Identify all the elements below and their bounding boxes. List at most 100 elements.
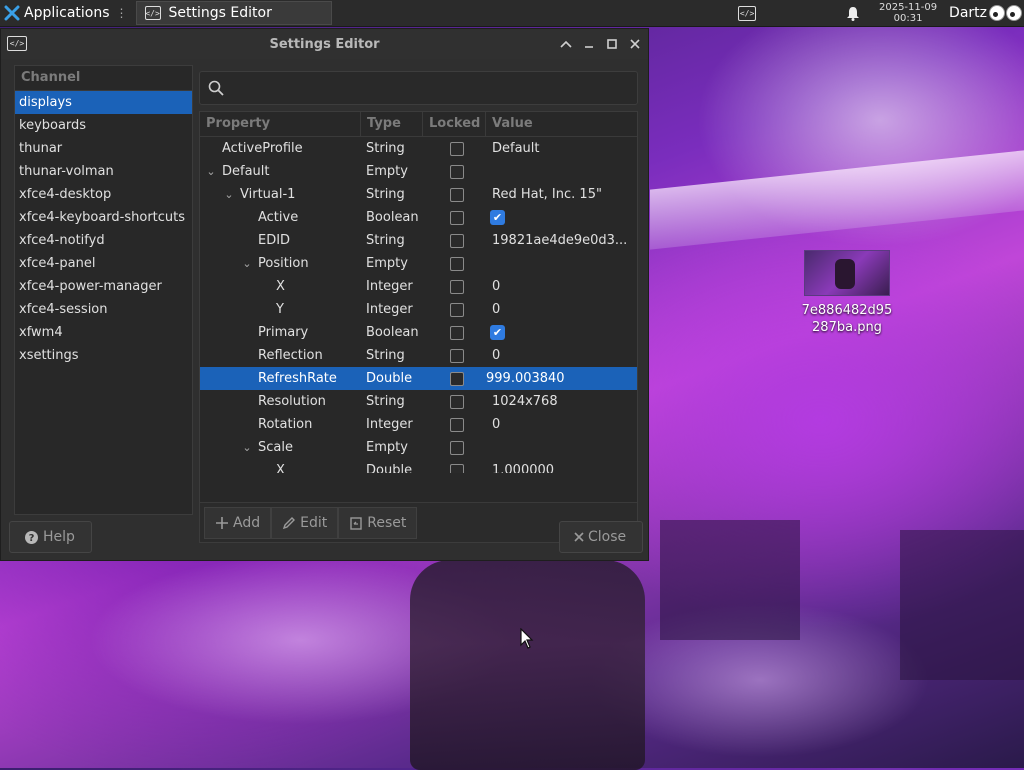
- locked-checkbox[interactable]: [450, 348, 464, 363]
- locked-checkbox[interactable]: [450, 233, 464, 248]
- locked-checkbox[interactable]: [450, 187, 464, 202]
- window-titlebar[interactable]: </> Settings Editor: [1, 29, 648, 59]
- tray-settings-editor-icon[interactable]: </>: [733, 1, 761, 25]
- property-value: 0: [492, 348, 501, 363]
- locked-checkbox[interactable]: [450, 325, 464, 340]
- search-input[interactable]: [230, 79, 614, 97]
- channel-item[interactable]: xsettings: [15, 344, 192, 367]
- property-row[interactable]: X Integer 0: [200, 275, 637, 298]
- notifications-button[interactable]: [841, 1, 865, 25]
- eye-icon: [1006, 5, 1022, 21]
- property-name: EDID: [258, 233, 291, 248]
- locked-checkbox[interactable]: [450, 256, 464, 271]
- property-row[interactable]: ⌄ Virtual-1 String Red Hat, Inc. 15": [200, 183, 637, 206]
- value-column-header[interactable]: Value: [486, 112, 637, 136]
- property-value[interactable]: ✔: [486, 206, 637, 229]
- channel-items: displays keyboards thunar thunar-volman xfce…: [15, 91, 192, 367]
- desktop-file-label: 7e886482d95287ba.png: [801, 303, 893, 335]
- property-name: ActiveProfile: [222, 141, 303, 156]
- property-name: Rotation: [258, 417, 313, 432]
- locked-checkbox[interactable]: [450, 164, 464, 179]
- property-name-cell: Rotation: [200, 413, 361, 436]
- value-checked-checkbox-icon[interactable]: ✔: [490, 325, 505, 340]
- expander-chevron-down-icon[interactable]: ⌄: [240, 436, 254, 459]
- roll-up-button[interactable]: [557, 35, 575, 53]
- locked-cell: [423, 206, 486, 229]
- expander-chevron-down-icon[interactable]: ⌄: [222, 183, 236, 206]
- channel-column-header[interactable]: Channel: [15, 66, 192, 91]
- expander-chevron-down-icon[interactable]: ⌄: [204, 160, 218, 183]
- reset-button[interactable]: Reset: [338, 506, 418, 539]
- maximize-button[interactable]: [603, 35, 621, 53]
- property-row[interactable]: Rotation Integer 0: [200, 413, 637, 436]
- channel-item[interactable]: xfce4-desktop: [15, 183, 192, 206]
- property-column-header[interactable]: Property: [200, 112, 361, 136]
- property-row[interactable]: X Double 1.000000: [200, 459, 637, 473]
- clock-time: 00:31: [893, 13, 923, 24]
- property-row[interactable]: ActiveProfile String Default: [200, 137, 637, 160]
- property-tree-header: Property Type Locked Value: [200, 112, 637, 137]
- channel-item[interactable]: displays: [15, 91, 192, 114]
- property-row[interactable]: ⌄ Scale Empty: [200, 436, 637, 459]
- edit-button[interactable]: Edit: [271, 506, 339, 539]
- property-row[interactable]: Reflection String 0: [200, 344, 637, 367]
- search-box[interactable]: [199, 71, 638, 105]
- help-button[interactable]: ? Help: [9, 521, 92, 553]
- channel-item[interactable]: xfce4-notifyd: [15, 229, 192, 252]
- property-name: Resolution: [258, 394, 326, 409]
- channel-item[interactable]: thunar-volman: [15, 160, 192, 183]
- locked-checkbox[interactable]: [450, 279, 464, 294]
- locked-checkbox[interactable]: [450, 371, 464, 386]
- help-icon: ?: [25, 530, 38, 544]
- search-icon: [208, 80, 224, 96]
- property-row[interactable]: Y Integer 0: [200, 298, 637, 321]
- type-column-header[interactable]: Type: [361, 112, 423, 136]
- channel-item[interactable]: xfce4-keyboard-shortcuts: [15, 206, 192, 229]
- channel-item[interactable]: keyboards: [15, 114, 192, 137]
- locked-checkbox[interactable]: [450, 394, 464, 409]
- desktop-file-icon[interactable]: 7e886482d95287ba.png: [798, 250, 896, 336]
- property-type: Empty: [366, 440, 408, 455]
- locked-checkbox[interactable]: [450, 440, 464, 455]
- property-row[interactable]: EDID String 19821ae4de9e0d3...: [200, 229, 637, 252]
- channel-item[interactable]: xfce4-power-manager: [15, 275, 192, 298]
- property-row[interactable]: Resolution String 1024x768: [200, 390, 637, 413]
- property-name: RefreshRate: [258, 371, 337, 386]
- channel-item[interactable]: xfwm4: [15, 321, 192, 344]
- property-row[interactable]: Primary Boolean ✔: [200, 321, 637, 344]
- locked-column-header[interactable]: Locked: [423, 112, 486, 136]
- taskbar-settings-editor-button[interactable]: </> Settings Editor: [135, 1, 332, 25]
- locked-cell: [423, 275, 486, 298]
- property-row[interactable]: RefreshRate Double 999.003840: [200, 367, 637, 390]
- applications-menu-button[interactable]: Applications ⋮: [0, 0, 132, 26]
- add-button[interactable]: Add: [204, 506, 272, 539]
- property-value: 0: [492, 302, 501, 317]
- user-menu[interactable]: Dartz: [949, 5, 987, 21]
- property-value: 19821ae4de9e0d3...: [492, 233, 628, 248]
- clock[interactable]: 2025-11-09 00:31: [873, 2, 943, 24]
- minimize-button[interactable]: [580, 35, 598, 53]
- locked-cell: [423, 367, 486, 390]
- channel-item[interactable]: thunar: [15, 137, 192, 160]
- channel-item[interactable]: xfce4-panel: [15, 252, 192, 275]
- close-window-button[interactable]: [626, 35, 644, 53]
- property-name-cell: Y: [200, 298, 361, 321]
- value-checked-checkbox-icon[interactable]: ✔: [490, 210, 505, 225]
- close-button[interactable]: Close: [559, 521, 643, 553]
- locked-checkbox[interactable]: [450, 417, 464, 432]
- property-row[interactable]: ⌄ Default Empty: [200, 160, 637, 183]
- property-value[interactable]: ✔: [486, 321, 637, 344]
- close-button-label: Close: [588, 529, 627, 545]
- property-name: Primary: [258, 325, 309, 340]
- locked-checkbox[interactable]: [450, 463, 464, 473]
- property-row[interactable]: Active Boolean ✔: [200, 206, 637, 229]
- locked-checkbox[interactable]: [450, 210, 464, 225]
- locked-checkbox[interactable]: [450, 302, 464, 317]
- locked-checkbox[interactable]: [450, 141, 464, 156]
- expander-chevron-down-icon[interactable]: ⌄: [240, 252, 254, 275]
- property-value[interactable]: 999.003840: [486, 367, 637, 390]
- property-row[interactable]: ⌄ Position Empty: [200, 252, 637, 275]
- maximize-icon: [607, 39, 617, 49]
- property-type: Integer: [366, 417, 413, 432]
- channel-item[interactable]: xfce4-session: [15, 298, 192, 321]
